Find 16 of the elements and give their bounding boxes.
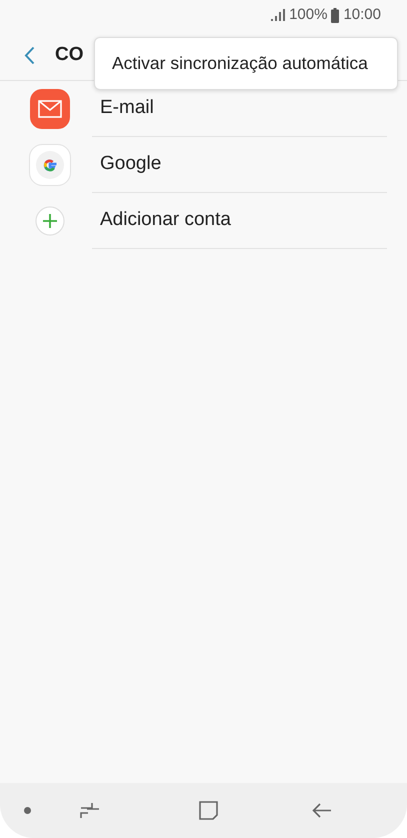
battery-icon bbox=[331, 8, 340, 22]
plus-icon[interactable] bbox=[35, 206, 65, 236]
home-icon[interactable] bbox=[199, 801, 218, 820]
account-item[interactable]: Adicionar conta bbox=[92, 193, 387, 249]
account-item[interactable]: Google bbox=[92, 137, 387, 193]
back-icon[interactable] bbox=[24, 46, 35, 64]
clock: 10:00 bbox=[343, 4, 381, 25]
signal-icon bbox=[271, 9, 286, 21]
back-icon[interactable] bbox=[312, 802, 332, 819]
menu-item[interactable]: Activar sincronização automática bbox=[112, 50, 368, 77]
envelope-icon bbox=[30, 89, 70, 129]
dot-icon[interactable] bbox=[24, 807, 31, 814]
battery-percentage: 100% bbox=[289, 4, 328, 25]
recents-icon[interactable] bbox=[80, 802, 100, 819]
screen-title: CO bbox=[55, 42, 84, 67]
google-g-icon bbox=[29, 144, 71, 186]
